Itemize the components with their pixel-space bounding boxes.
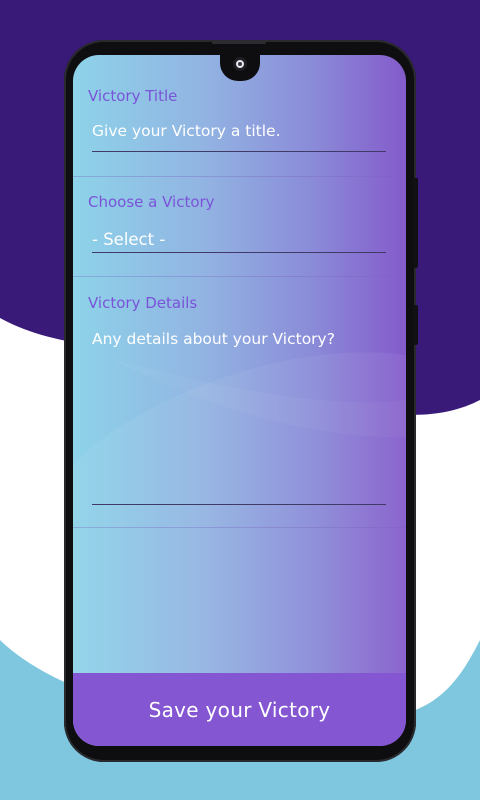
volume-button bbox=[413, 178, 418, 268]
screen-wave-decoration bbox=[73, 352, 406, 746]
section-divider bbox=[73, 527, 406, 528]
choose-victory-label: Choose a Victory bbox=[88, 193, 215, 211]
choose-victory-underline bbox=[92, 252, 386, 253]
app-screen: Victory Title Give your Victory a title.… bbox=[73, 55, 406, 746]
victory-title-label: Victory Title bbox=[88, 87, 178, 105]
victory-details-textarea[interactable]: Any details about your Victory? bbox=[92, 330, 386, 348]
section-divider bbox=[73, 276, 406, 277]
victory-title-underline bbox=[92, 151, 386, 152]
victory-details-underline bbox=[92, 504, 386, 505]
front-camera bbox=[233, 57, 247, 71]
section-divider bbox=[73, 176, 406, 177]
app-preview: Victory Title Give your Victory a title.… bbox=[0, 0, 480, 800]
power-button bbox=[413, 305, 418, 345]
victory-title-input[interactable]: Give your Victory a title. bbox=[92, 122, 386, 140]
save-victory-button[interactable]: Save your Victory bbox=[73, 673, 406, 746]
choose-victory-select[interactable]: - Select - bbox=[92, 230, 386, 249]
victory-details-label: Victory Details bbox=[88, 294, 198, 312]
speaker-grille bbox=[212, 41, 266, 44]
